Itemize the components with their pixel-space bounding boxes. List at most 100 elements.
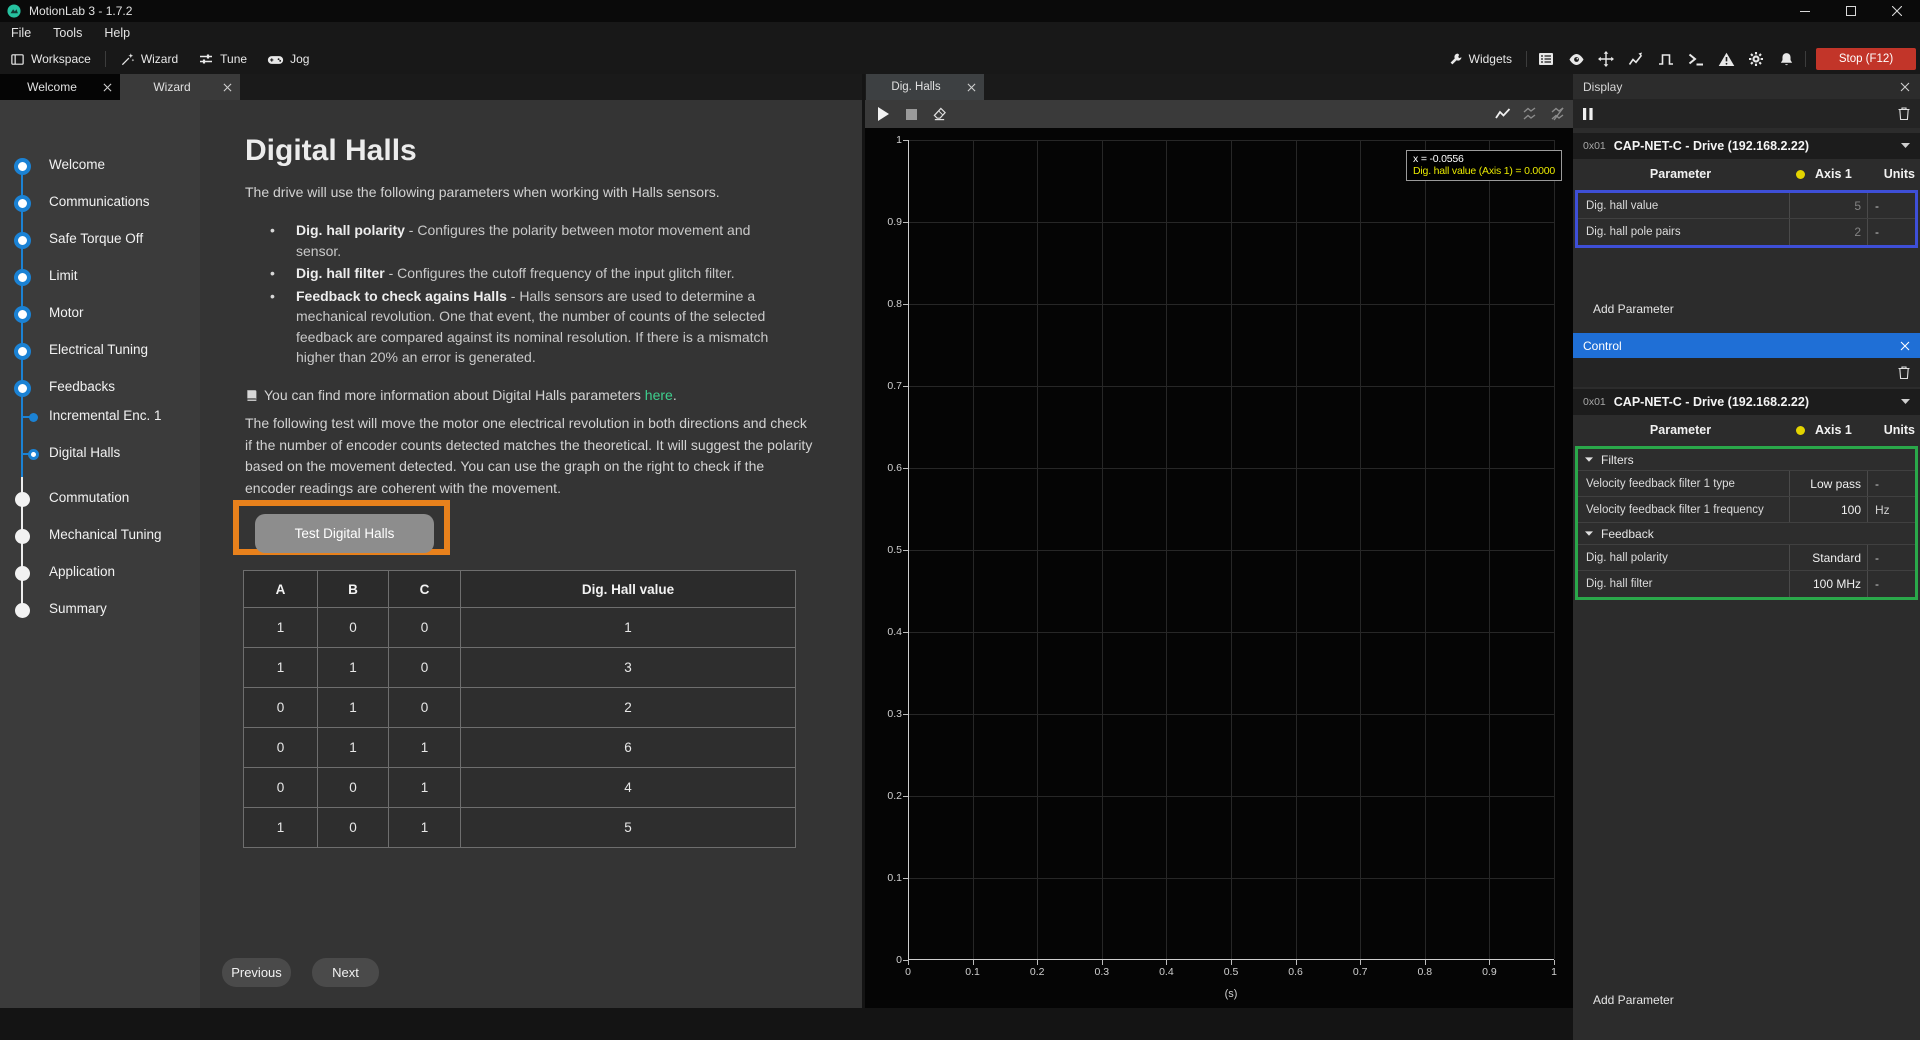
add-parameter-button[interactable]: Add Parameter bbox=[1593, 993, 1674, 1007]
y-tick-mark bbox=[903, 304, 908, 305]
x-tick-mark bbox=[1489, 960, 1490, 965]
grid-line bbox=[909, 222, 1554, 223]
x-tick-mark bbox=[973, 960, 974, 965]
control-param-row[interactable]: Velocity feedback filter 1 frequency100H… bbox=[1578, 497, 1915, 523]
display-device-selector[interactable]: 0x01 CAP-NET-C - Drive (192.168.2.22) bbox=[1573, 133, 1920, 159]
wrench-icon bbox=[1449, 52, 1463, 66]
display-param-row[interactable]: Dig. hall pole pairs2- bbox=[1578, 219, 1915, 245]
minimize-button[interactable] bbox=[1782, 0, 1828, 22]
toolbar-divider bbox=[105, 51, 106, 67]
table-cell: 3 bbox=[461, 648, 796, 688]
tab-welcome[interactable]: Welcome bbox=[0, 74, 120, 100]
add-parameter-button[interactable]: Add Parameter bbox=[1593, 302, 1674, 316]
param-value[interactable]: Low pass bbox=[1790, 471, 1868, 496]
merge-signals-button[interactable] bbox=[1545, 100, 1573, 128]
monitor-eye-button[interactable] bbox=[1561, 44, 1591, 74]
menu-file[interactable]: File bbox=[0, 22, 42, 44]
plot-area[interactable] bbox=[908, 140, 1554, 960]
next-button[interactable]: Next bbox=[312, 958, 379, 987]
control-param-row[interactable]: Velocity feedback filter 1 typeLow pass- bbox=[1578, 471, 1915, 497]
bullet-item: Dig. hall polarity - Configures the pola… bbox=[266, 220, 776, 261]
grid-line bbox=[909, 796, 1554, 797]
tune-button[interactable]: Tune bbox=[188, 44, 257, 74]
control-param-row[interactable]: Dig. hall polarityStandard- bbox=[1578, 545, 1915, 571]
gamepad-icon bbox=[267, 52, 284, 67]
col-units: Units bbox=[1884, 423, 1915, 437]
param-name: Velocity feedback filter 1 frequency bbox=[1578, 497, 1790, 522]
settings-button[interactable] bbox=[1741, 44, 1771, 74]
tune-label: Tune bbox=[220, 52, 247, 66]
scope-button[interactable] bbox=[1621, 44, 1651, 74]
bell-icon bbox=[1779, 52, 1794, 67]
table-cell: 1 bbox=[461, 608, 796, 648]
warnings-button[interactable] bbox=[1711, 44, 1741, 74]
here-link[interactable]: here bbox=[645, 387, 673, 403]
param-value[interactable]: 100 bbox=[1790, 497, 1868, 522]
close-tab-icon[interactable] bbox=[94, 83, 120, 92]
close-widget-icon[interactable] bbox=[1890, 341, 1920, 351]
signal-view-button[interactable] bbox=[1489, 100, 1517, 128]
group-row-filters[interactable]: Filters bbox=[1578, 449, 1915, 471]
table-cell: 1 bbox=[318, 688, 389, 728]
maximize-button[interactable] bbox=[1828, 0, 1874, 22]
y-tick-mark bbox=[903, 714, 908, 715]
split-signals-icon bbox=[1523, 107, 1539, 121]
control-widget-header: Control bbox=[1573, 333, 1920, 358]
table-col-header: A bbox=[244, 571, 318, 608]
y-tick-mark bbox=[903, 468, 908, 469]
display-param-row[interactable]: Dig. hall value5- bbox=[1578, 193, 1915, 219]
close-tab-icon[interactable] bbox=[958, 83, 984, 92]
table-col-header: B bbox=[318, 571, 389, 608]
step-label: Feedbacks bbox=[49, 379, 115, 394]
close-button[interactable] bbox=[1874, 0, 1920, 22]
device-id: 0x01 bbox=[1583, 140, 1606, 152]
tab-wizard[interactable]: Wizard bbox=[120, 74, 240, 100]
menu-help[interactable]: Help bbox=[93, 22, 141, 44]
y-tick-label: 0.9 bbox=[865, 216, 902, 228]
previous-button[interactable]: Previous bbox=[222, 958, 291, 987]
delete-button[interactable] bbox=[1898, 366, 1910, 379]
control-columns-header: Parameter Axis 1 Units bbox=[1573, 418, 1920, 442]
control-device-selector[interactable]: 0x01 CAP-NET-C - Drive (192.168.2.22) bbox=[1573, 389, 1920, 415]
eye-icon bbox=[1568, 53, 1585, 66]
test-digital-halls-button[interactable]: Test Digital Halls bbox=[255, 514, 434, 553]
move-arrows-icon bbox=[1598, 51, 1614, 67]
param-value[interactable]: Standard bbox=[1790, 545, 1868, 570]
delete-button[interactable] bbox=[1898, 107, 1910, 120]
tab-dig-halls[interactable]: Dig. Halls bbox=[866, 74, 984, 100]
widgets-button[interactable]: Widgets bbox=[1439, 44, 1522, 74]
stop-button[interactable]: Stop (F12) bbox=[1816, 48, 1916, 70]
registers-button[interactable] bbox=[1531, 44, 1561, 74]
chevron-down-icon bbox=[1901, 143, 1910, 149]
terminal-button[interactable] bbox=[1681, 44, 1711, 74]
control-param-row[interactable]: Dig. hall filter100 MHz- bbox=[1578, 571, 1915, 597]
step-label: Welcome bbox=[49, 157, 105, 172]
close-tab-icon[interactable] bbox=[214, 83, 240, 92]
clear-button[interactable] bbox=[925, 100, 953, 128]
group-row-feedback[interactable]: Feedback bbox=[1578, 523, 1915, 545]
workspace-icon bbox=[10, 52, 25, 67]
close-widget-icon[interactable] bbox=[1890, 82, 1920, 92]
split-signals-button[interactable] bbox=[1517, 100, 1545, 128]
device-name: CAP-NET-C - Drive (192.168.2.22) bbox=[1614, 395, 1901, 409]
table-cell: 0 bbox=[389, 608, 461, 648]
step-response-button[interactable] bbox=[1651, 44, 1681, 74]
menu-tools[interactable]: Tools bbox=[42, 22, 93, 44]
y-tick-label: 1 bbox=[865, 134, 902, 146]
workspace-button[interactable]: Workspace bbox=[0, 44, 101, 74]
col-axis: Axis 1 bbox=[1815, 167, 1852, 181]
pause-button[interactable] bbox=[1583, 108, 1593, 120]
motion-button[interactable] bbox=[1591, 44, 1621, 74]
param-value[interactable]: 100 MHz bbox=[1790, 571, 1868, 597]
workspace-label: Workspace bbox=[31, 52, 91, 66]
table-cell: 1 bbox=[318, 648, 389, 688]
bullet-item: Dig. hall filter - Configures the cutoff… bbox=[266, 263, 776, 284]
notifications-button[interactable] bbox=[1771, 44, 1801, 74]
stop-capture-button[interactable] bbox=[897, 100, 925, 128]
jog-button[interactable]: Jog bbox=[257, 44, 319, 74]
axis-color-dot bbox=[1796, 170, 1805, 179]
table-cell: 1 bbox=[244, 808, 318, 848]
wizard-button[interactable]: Wizard bbox=[110, 44, 188, 74]
grid-line bbox=[909, 550, 1554, 551]
play-button[interactable] bbox=[869, 100, 897, 128]
